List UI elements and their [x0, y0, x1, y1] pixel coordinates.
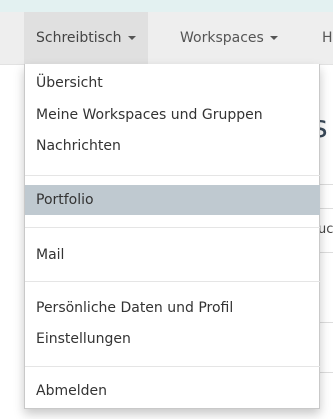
menu-item-abmelden[interactable]: Abmelden [25, 379, 320, 404]
nav-workspaces[interactable]: Workspaces [168, 12, 290, 64]
page: Schreibtisch Workspaces H s uc Übersicht… [0, 0, 333, 419]
menu-divider [25, 175, 320, 176]
top-strip [0, 0, 333, 12]
nav-cut-off-label: H [322, 30, 333, 46]
menu-divider [25, 281, 320, 282]
nav-cut-off-item[interactable]: H [320, 12, 333, 64]
menu-item-persoenliche-daten[interactable]: Persönliche Daten und Profil [25, 296, 320, 321]
menu-item-portfolio[interactable]: Portfolio [25, 185, 320, 215]
menu-divider [25, 227, 320, 228]
chevron-down-icon [127, 36, 136, 40]
background-text-fragment: uc [318, 222, 333, 237]
schreibtisch-dropdown-menu: Übersicht Meine Workspaces und Gruppen N… [24, 64, 320, 409]
menu-item-meine-workspaces[interactable]: Meine Workspaces und Gruppen [25, 103, 320, 128]
nav-schreibtisch-label: Schreibtisch [36, 30, 122, 46]
nav-workspaces-label: Workspaces [180, 30, 264, 46]
menu-divider [25, 366, 320, 367]
menu-item-mail[interactable]: Mail [25, 243, 320, 268]
chevron-down-icon [269, 36, 278, 40]
menu-item-einstellungen[interactable]: Einstellungen [25, 327, 320, 352]
menu-item-nachrichten[interactable]: Nachrichten [25, 134, 320, 159]
menu-item-uebersicht[interactable]: Übersicht [25, 71, 320, 96]
nav-schreibtisch[interactable]: Schreibtisch [24, 12, 148, 64]
